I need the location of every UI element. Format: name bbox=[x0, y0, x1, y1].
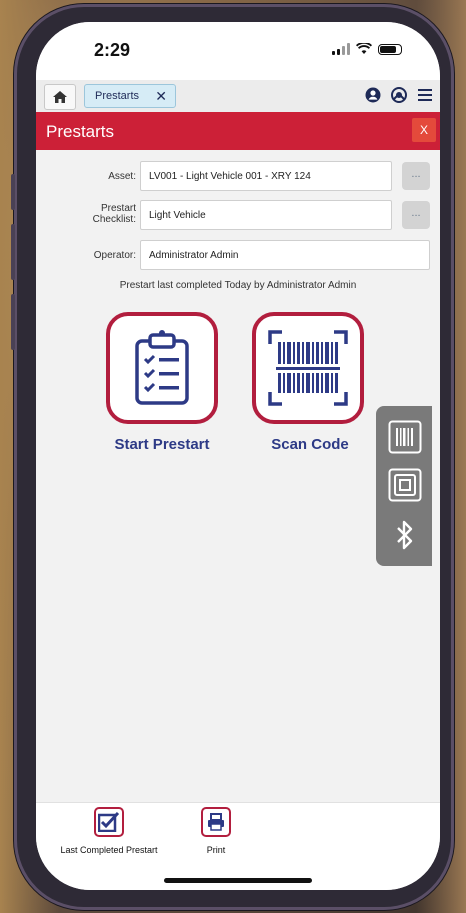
printer-icon bbox=[201, 807, 231, 837]
phone-side-button bbox=[11, 174, 15, 210]
phone-volume-down bbox=[11, 294, 15, 350]
close-button[interactable]: X bbox=[412, 118, 436, 142]
home-icon bbox=[53, 91, 67, 103]
toolbar-icons bbox=[364, 86, 434, 104]
start-prestart-button[interactable] bbox=[106, 312, 218, 424]
asset-lookup-button[interactable]: ... bbox=[402, 162, 430, 190]
page-title: Prestarts bbox=[46, 122, 115, 141]
clipboard-checklist-icon bbox=[135, 330, 189, 405]
nfc-tag-icon bbox=[388, 468, 422, 502]
scanner-side-panel bbox=[376, 406, 432, 566]
nfc-scanner-button[interactable] bbox=[388, 468, 422, 502]
checkbox-icon bbox=[94, 807, 124, 837]
checklist-label: Prestart Checklist: bbox=[93, 203, 136, 225]
tab-label: Prestarts bbox=[95, 90, 140, 102]
status-bar: 2:29 bbox=[36, 22, 440, 80]
hamburger-menu-icon[interactable] bbox=[416, 86, 434, 104]
phone-screen: 2:29 Prestarts ✕ Prestarts X Asset: LV00… bbox=[36, 22, 440, 890]
bottom-toolbar: Last Completed Prestart Print bbox=[36, 802, 440, 890]
tab-bar: Prestarts ✕ bbox=[36, 80, 440, 113]
wifi-icon bbox=[356, 43, 372, 54]
signal-icon bbox=[332, 43, 350, 55]
status-time: 2:29 bbox=[94, 40, 131, 60]
status-icons bbox=[332, 43, 402, 55]
operator-field[interactable]: Administrator Admin bbox=[140, 240, 430, 270]
last-completed-prestart-button[interactable]: Last Completed Prestart bbox=[44, 807, 174, 855]
operator-label: Operator: bbox=[93, 250, 136, 261]
tab-close-icon[interactable]: ✕ bbox=[155, 88, 167, 105]
user-icon[interactable] bbox=[364, 86, 382, 104]
home-button[interactable] bbox=[44, 84, 76, 110]
start-prestart-label[interactable]: Start Prestart bbox=[92, 436, 232, 453]
checklist-label-line2: Checklist: bbox=[92, 214, 136, 225]
print-button[interactable]: Print bbox=[194, 807, 238, 855]
barcode-scan-icon bbox=[268, 330, 348, 406]
page-header: Prestarts X bbox=[36, 112, 440, 150]
phone-volume-up bbox=[11, 224, 15, 280]
last-completed-label: Last Completed Prestart bbox=[60, 845, 158, 855]
bluetooth-button[interactable] bbox=[388, 518, 422, 552]
tab-prestarts[interactable]: Prestarts ✕ bbox=[84, 84, 176, 108]
checklist-lookup-button[interactable]: ... bbox=[402, 201, 430, 229]
scan-code-label[interactable]: Scan Code bbox=[240, 436, 380, 453]
asset-field[interactable]: LV001 - Light Vehicle 001 - XRY 124 bbox=[140, 161, 392, 191]
checklist-field[interactable]: Light Vehicle bbox=[140, 200, 392, 230]
checklist-label-line1: Prestart bbox=[100, 203, 136, 214]
support-icon[interactable] bbox=[390, 86, 408, 104]
barcode-icon bbox=[388, 420, 422, 454]
bluetooth-icon bbox=[397, 520, 413, 550]
barcode-scanner-button[interactable] bbox=[388, 420, 422, 454]
print-label: Print bbox=[206, 845, 226, 855]
battery-icon bbox=[378, 43, 402, 55]
scan-code-button[interactable] bbox=[252, 312, 364, 424]
asset-label: Asset: bbox=[108, 171, 136, 182]
home-indicator[interactable] bbox=[164, 878, 312, 883]
last-completed-note: Prestart last completed Today by Adminis… bbox=[119, 280, 357, 291]
